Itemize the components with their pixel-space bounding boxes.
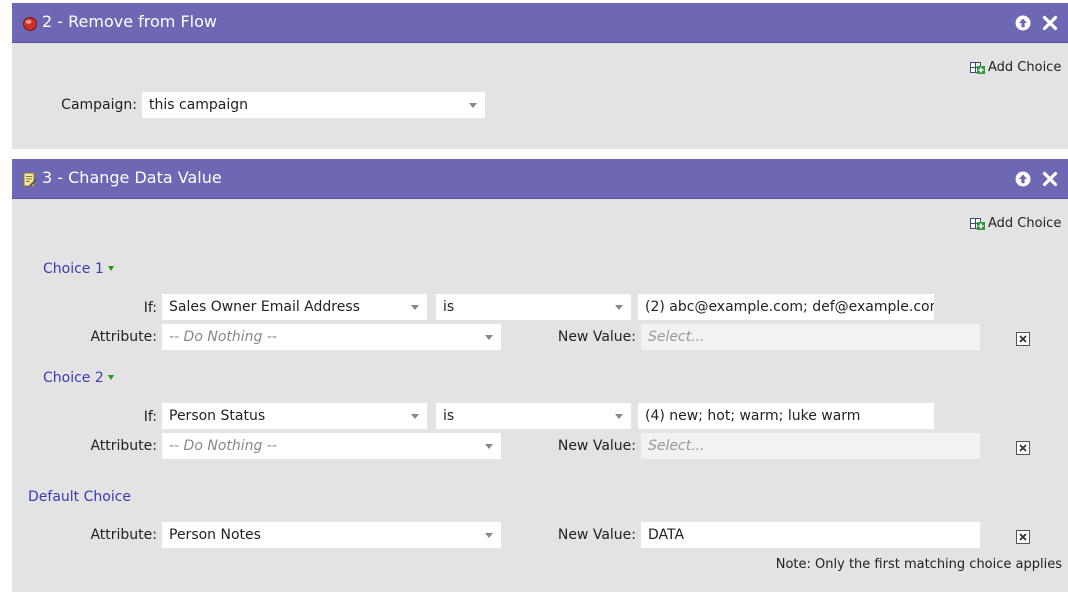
- operator-value: is: [443, 299, 455, 315]
- move-up-icon[interactable]: [1015, 15, 1031, 31]
- chevron-down-icon: [485, 533, 493, 538]
- if-field-select[interactable]: Sales Owner Email Address: [162, 294, 427, 320]
- condition-value-input[interactable]: (2) abc@example.com; def@example.com: [638, 294, 934, 320]
- close-icon[interactable]: [1042, 171, 1058, 187]
- red-stop-icon: [23, 17, 37, 31]
- expand-triangle-icon: [107, 266, 114, 271]
- attribute-label: Attribute:: [90, 329, 157, 345]
- delete-choice-icon[interactable]: [1016, 332, 1030, 346]
- add-icon: [970, 62, 985, 74]
- new-value-placeholder: Select...: [648, 438, 705, 454]
- campaign-label: Campaign:: [61, 97, 137, 113]
- attribute-value: -- Do Nothing --: [169, 438, 277, 454]
- attribute-select[interactable]: -- Do Nothing --: [162, 324, 501, 350]
- campaign-select[interactable]: this campaign: [142, 92, 485, 118]
- choice-title: Choice 2: [43, 370, 104, 386]
- attribute-value: -- Do Nothing --: [169, 329, 277, 345]
- condition-value-input[interactable]: (4) new; hot; warm; luke warm: [638, 403, 934, 429]
- move-up-icon[interactable]: [1015, 171, 1031, 187]
- flow-step-remove-from-flow: 2 - Remove from Flow Add Choice Campaign…: [12, 3, 1068, 149]
- operator-select[interactable]: is: [436, 294, 631, 320]
- attribute-label: Attribute:: [90, 438, 157, 454]
- new-value-input[interactable]: DATA: [641, 522, 980, 548]
- chevron-down-icon: [485, 335, 493, 340]
- condition-value: (4) new; hot; warm; luke warm: [645, 408, 861, 424]
- attribute-select[interactable]: -- Do Nothing --: [162, 433, 501, 459]
- chevron-down-icon: [469, 103, 477, 108]
- note-text: Note: Only the first matching choice app…: [775, 557, 1062, 572]
- expand-triangle-icon: [107, 375, 114, 380]
- default-choice-title: Default Choice: [28, 489, 132, 505]
- close-icon[interactable]: [1042, 15, 1058, 31]
- new-value-label: New Value:: [557, 438, 636, 454]
- step-title: 3 - Change Data Value: [42, 168, 222, 187]
- flow-step-change-data-value: 3 - Change Data Value Add Choice Choice …: [12, 159, 1068, 592]
- edit-document-icon: [23, 172, 37, 188]
- new-value-input[interactable]: Select...: [641, 324, 980, 350]
- if-field-value: Person Status: [169, 408, 266, 424]
- new-value: DATA: [648, 527, 685, 543]
- step-title: 2 - Remove from Flow: [42, 12, 217, 31]
- if-label: If:: [143, 300, 157, 316]
- chevron-down-icon: [485, 444, 493, 449]
- attribute-value: Person Notes: [169, 527, 261, 543]
- chevron-down-icon: [411, 305, 419, 310]
- new-value-input[interactable]: Select...: [641, 433, 980, 459]
- campaign-value: this campaign: [149, 97, 249, 113]
- if-field-select[interactable]: Person Status: [162, 403, 427, 429]
- new-value-placeholder: Select...: [648, 329, 705, 345]
- new-value-label: New Value:: [557, 527, 636, 543]
- add-choice-label: Add Choice: [988, 216, 1062, 231]
- operator-select[interactable]: is: [436, 403, 631, 429]
- add-icon: [970, 218, 985, 230]
- attribute-select[interactable]: Person Notes: [162, 522, 501, 548]
- step-header[interactable]: 2 - Remove from Flow: [12, 3, 1068, 43]
- if-field-value: Sales Owner Email Address: [169, 299, 360, 315]
- operator-value: is: [443, 408, 455, 424]
- choice-title: Choice 1: [43, 261, 104, 277]
- delete-choice-icon[interactable]: [1016, 530, 1030, 544]
- chevron-down-icon: [615, 305, 623, 310]
- condition-value: (2) abc@example.com; def@example.com: [645, 299, 934, 315]
- choice-2-toggle[interactable]: Choice 2: [43, 369, 114, 387]
- chevron-down-icon: [615, 414, 623, 419]
- choice-1-toggle[interactable]: Choice 1: [43, 260, 114, 278]
- attribute-label: Attribute:: [90, 527, 157, 543]
- if-label: If:: [143, 409, 157, 425]
- add-choice-label: Add Choice: [988, 60, 1062, 75]
- chevron-down-icon: [411, 414, 419, 419]
- step-header[interactable]: 3 - Change Data Value: [12, 159, 1068, 199]
- new-value-label: New Value:: [557, 329, 636, 345]
- delete-choice-icon[interactable]: [1016, 441, 1030, 455]
